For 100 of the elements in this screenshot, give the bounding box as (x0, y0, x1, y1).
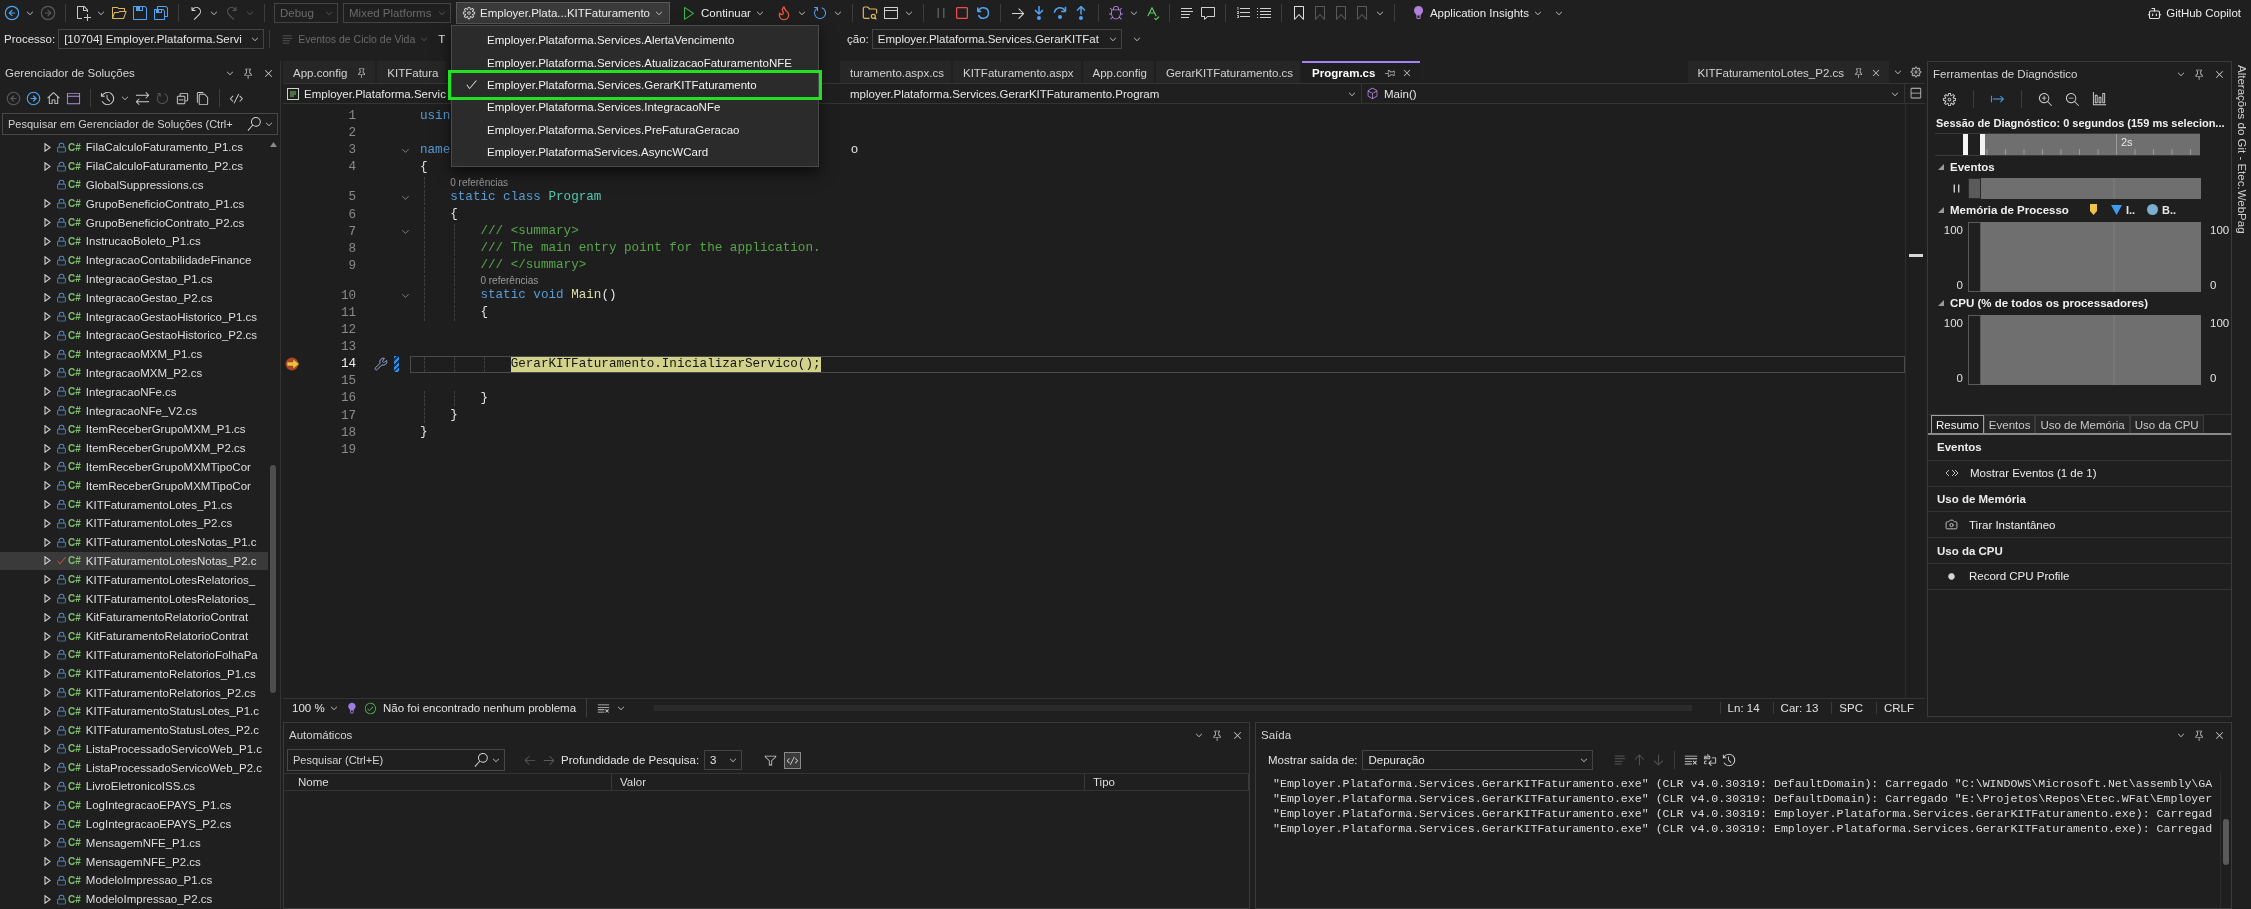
expand-arrow-icon[interactable] (44, 650, 51, 660)
expand-arrow-icon[interactable] (44, 199, 51, 209)
tree-item[interactable]: C# KitFaturamentoRelatorioContrat (0, 607, 268, 627)
tree-item[interactable]: C# KITFaturamentoLotesNotas_P1.c (0, 532, 268, 552)
history-icon[interactable] (100, 90, 115, 106)
tree-item[interactable]: C# LogIntegracaoEPAYS_P2.cs (0, 814, 268, 834)
expand-arrow-icon[interactable] (44, 443, 51, 453)
back-icon[interactable] (4, 5, 20, 21)
expand-arrow-icon[interactable] (44, 368, 51, 378)
tree-item[interactable]: C# IntegracaoContabilidadeFinance (0, 250, 268, 270)
settings-icon[interactable] (1910, 66, 1922, 78)
expand-arrow-icon[interactable] (44, 387, 51, 397)
expand-arrow-icon[interactable] (44, 274, 51, 284)
tree-item[interactable]: C# ItemReceberGrupoMXM_P1.cs (0, 419, 268, 439)
expand-arrow-icon[interactable] (44, 330, 51, 340)
summary-action[interactable]: Record CPU Profile (1969, 570, 2070, 583)
menu-item[interactable]: Employer.Plataforma.Services.AlertaVencimento (452, 29, 818, 52)
menu-item[interactable]: Employer.Plataforma.Services.IntegracaoNFe (452, 96, 818, 119)
issues-status[interactable]: Não foi encontrado nenhum problema (383, 702, 577, 714)
pinned-icon[interactable] (1853, 67, 1865, 79)
expand-arrow-icon[interactable] (44, 462, 51, 472)
folder-search-icon[interactable] (861, 5, 878, 21)
copilot-button[interactable]: GitHub Copilot (2141, 2, 2247, 24)
tree-item[interactable]: C# ModeloImpressao_P1.cs (0, 871, 268, 890)
tree-item[interactable]: C# FilaCalculoFaturamento_P2.cs (0, 156, 268, 176)
tree-item[interactable]: C# ItemReceberGrupoMXMTipoCor (0, 476, 268, 496)
expand-arrow-icon[interactable] (44, 218, 51, 228)
expand-arrow-icon[interactable] (44, 800, 51, 810)
tree-item[interactable]: C# KITFaturamentoLotesRelatorios_ (0, 589, 268, 608)
tree-item[interactable]: C# KITFaturamentoLotes_P2.cs (0, 513, 268, 533)
search-field[interactable]: Pesquisar (Ctrl+E) (287, 749, 505, 771)
folder-icon[interactable] (111, 5, 127, 21)
expand-arrow-icon[interactable] (44, 556, 51, 566)
collapse-all-icon[interactable] (175, 90, 190, 106)
search-icon[interactable] (474, 753, 488, 767)
save-all-icon[interactable] (153, 5, 169, 21)
clear-lines-icon[interactable] (597, 701, 611, 715)
expand-arrow-icon[interactable] (44, 312, 51, 322)
tree-item[interactable]: C# ItemReceberGrupoMXM_P2.cs (0, 438, 268, 458)
pin-icon[interactable] (1211, 728, 1224, 742)
panel-tab[interactable]: Eventos (1983, 415, 2036, 433)
tree-item[interactable]: C# GlobalSuppressions.cs (0, 175, 268, 195)
expand-arrow-icon[interactable] (44, 594, 51, 603)
expand-arrow-icon[interactable] (44, 857, 51, 867)
tree-item[interactable]: C# IntegracaoGestao_P2.cs (0, 288, 268, 308)
expand-arrow-icon[interactable] (44, 725, 51, 735)
wrench-icon[interactable] (374, 357, 388, 372)
expand-arrow-icon[interactable] (44, 763, 51, 773)
tree-item[interactable]: C# GrupoBeneficioContrato_P2.cs (0, 213, 268, 232)
scrollbar[interactable] (2220, 773, 2231, 908)
home-icon[interactable] (46, 90, 61, 106)
scrollbar[interactable] (1905, 104, 1925, 698)
tree-item[interactable]: C# FilaCalculoFaturamento_P1.cs (0, 138, 268, 157)
expand-arrow-icon[interactable] (44, 744, 51, 754)
expand-arrow-icon[interactable] (44, 782, 51, 791)
lightbulb-icon[interactable] (345, 701, 358, 715)
tree-item[interactable]: C# IntegracaoMXM_P2.cs (0, 363, 268, 383)
tree-item[interactable]: C# KITFaturamentoRelatorios_P1.cs (0, 664, 268, 684)
expand-arrow-icon[interactable] (44, 500, 51, 510)
close-icon[interactable] (1870, 67, 1882, 79)
panel-tab[interactable]: Uso da CPU (2129, 415, 2204, 433)
tree-item[interactable]: C# KITFaturamentoLotes_P1.cs (0, 495, 268, 514)
search-depth-combo[interactable]: 3 (704, 750, 743, 770)
expand-arrow-icon[interactable] (44, 612, 51, 622)
save-icon[interactable] (132, 5, 148, 21)
summary-action[interactable]: Tirar Instantâneo (1969, 518, 2056, 531)
collapse-triangle-icon[interactable] (1937, 162, 1945, 171)
swap-arrows-icon[interactable] (135, 90, 150, 106)
search-field[interactable]: Pesquisar em Gerenciador de Soluções (Ctrl+ (2, 113, 278, 135)
panel-tab[interactable]: Resumo (1931, 415, 1984, 433)
editor-tab[interactable]: App.config (283, 61, 376, 83)
editor-tab[interactable]: turamento.aspx.cs (840, 61, 951, 83)
editor-tab[interactable]: KITFatura (377, 61, 446, 83)
tree-item[interactable]: C# ItemReceberGrupoMXMTipoCor (0, 457, 268, 477)
tree-item[interactable]: C# KITFaturamentoStatusLotes_P1.c (0, 701, 268, 721)
tree-item[interactable]: C# LogIntegracaoEPAYS_P1.cs (0, 795, 268, 815)
type-combo[interactable]: mployer.Plataforma.Services.GerarKITFaturamento.Program (846, 84, 1362, 103)
expand-arrow-icon[interactable] (44, 875, 51, 885)
expand-arrow-icon[interactable] (44, 142, 51, 152)
tree-item[interactable]: C# KITFaturamentoRelatorios_P2.cs (0, 683, 268, 702)
startup-project-button[interactable]: Employer.Plata...KITFaturamento (456, 2, 671, 24)
editor-tab[interactable]: App.config (1082, 61, 1154, 83)
tree-item[interactable]: C# MensagemNFE_P1.cs (0, 833, 268, 853)
ordered-list-icon[interactable] (1234, 5, 1251, 21)
restart-icon[interactable] (974, 5, 991, 21)
search-icon[interactable] (247, 117, 261, 131)
expand-arrow-icon[interactable] (44, 236, 51, 246)
window-icon[interactable] (66, 90, 81, 106)
reference-count[interactable]: 0 referências (450, 176, 509, 188)
history-icon[interactable] (1722, 753, 1737, 767)
menu-item[interactable]: Employer.Plataforma.Services.GerarKITFaturamento (452, 73, 818, 97)
editor-tab[interactable]: KITFaturamentoLotes_P2.cs (1687, 61, 1889, 83)
arrow-up-icon[interactable] (269, 142, 277, 147)
tree-item[interactable]: C# IntegracaoNFe.cs (0, 382, 268, 402)
window-icon[interactable] (882, 5, 899, 21)
tree-item[interactable]: C# IntegracaoGestao_P1.cs (0, 269, 268, 289)
expand-arrow-icon[interactable] (44, 706, 51, 716)
comment-icon[interactable] (1199, 5, 1216, 21)
reference-count[interactable]: 0 referências (480, 275, 539, 287)
settings-icon[interactable] (1942, 91, 1957, 107)
